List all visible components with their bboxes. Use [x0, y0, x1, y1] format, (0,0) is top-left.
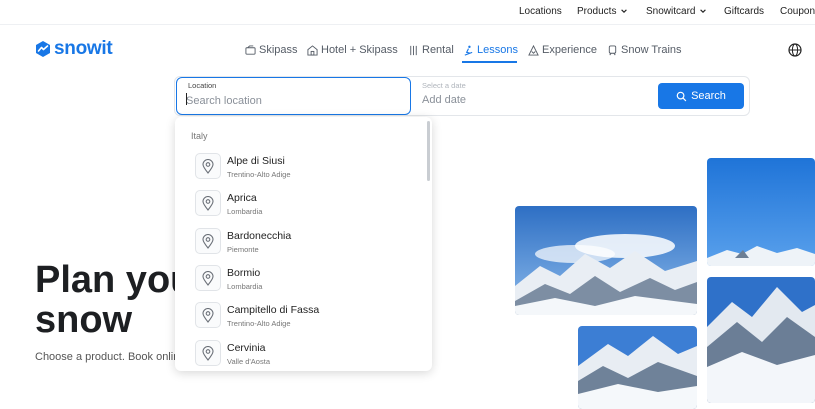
snowit-logo[interactable]: snowit — [34, 38, 113, 60]
mountain-photo — [707, 158, 815, 266]
map-pin-icon — [195, 190, 221, 216]
search-icon — [676, 91, 687, 101]
dropdown-scrollbar[interactable] — [427, 121, 430, 181]
nav-label: Rental — [422, 44, 454, 56]
location-name: Alpe di Siusi — [227, 155, 285, 167]
location-name: Bormio — [227, 267, 261, 279]
hero-subtitle: Choose a product. Book onlin — [35, 351, 180, 363]
location-name: Bardonecchia — [227, 230, 292, 242]
topbar-link-giftcards[interactable]: Giftcards — [724, 6, 764, 17]
topbar-link-label: Snowitcard — [646, 6, 696, 17]
date-field[interactable]: Select a date Add date — [414, 78, 650, 114]
nav-label: Experience — [542, 44, 598, 56]
hero-title-line: Plan you — [35, 259, 194, 301]
lessons-icon — [464, 45, 473, 56]
rental-icon — [410, 45, 417, 55]
map-pin-icon — [195, 340, 221, 366]
nav-lessons[interactable]: Lessons — [463, 42, 518, 58]
map-pin-icon — [195, 228, 221, 254]
nav-rental[interactable]: Rental — [408, 42, 454, 58]
nav-label: Lessons — [477, 44, 518, 56]
top-utility-bar: Locations Products Snowitcard Giftcards … — [0, 0, 815, 25]
list-item[interactable]: Cervinia Valle d'Aosta — [195, 340, 415, 370]
topbar-link-coupon[interactable]: Coupon — [780, 6, 815, 17]
hotel-icon — [307, 44, 318, 56]
topbar-link-products[interactable]: Products — [577, 6, 628, 17]
snowit-logo-icon — [36, 41, 50, 57]
text-caret — [186, 93, 187, 105]
nav-experience[interactable]: Experience — [528, 42, 597, 58]
nav-skipass[interactable]: Skipass — [245, 42, 298, 58]
location-region: Trentino-Alto Adige — [227, 319, 291, 328]
location-field[interactable]: Location — [176, 77, 411, 115]
nav-hotel-skipass[interactable]: Hotel + Skipass — [307, 42, 398, 58]
mountain-photo — [515, 206, 697, 315]
active-tab-indicator — [462, 61, 517, 63]
list-item[interactable]: Bormio Lombardia — [195, 265, 415, 295]
location-name: Campitello di Fassa — [227, 304, 320, 316]
list-item[interactable]: Alpe di Siusi Trentino-Alto Adige — [195, 153, 415, 183]
skipass-icon — [245, 44, 256, 55]
location-region: Lombardia — [227, 282, 263, 291]
mountain-photo — [578, 326, 697, 409]
experience-icon — [528, 44, 539, 56]
search-button[interactable]: Search — [658, 83, 744, 109]
chevron-down-icon — [621, 9, 628, 14]
mountain-photo — [707, 277, 815, 403]
dropdown-group-label: Italy — [191, 131, 208, 141]
train-icon — [608, 44, 617, 55]
brand-name: snowit — [54, 38, 113, 59]
location-label: Location — [188, 81, 217, 90]
location-dropdown: Italy Alpe di Siusi Trentino-Alto Adige … — [175, 117, 432, 371]
location-region: Trentino-Alto Adige — [227, 170, 291, 179]
globe-icon[interactable] — [788, 43, 802, 57]
nav-label: Hotel + Skipass — [321, 44, 398, 56]
topbar-link-snowitcard[interactable]: Snowitcard — [646, 6, 707, 17]
nav-snow-trains[interactable]: Snow Trains — [607, 42, 682, 58]
map-pin-icon — [195, 265, 221, 291]
location-name: Cervinia — [227, 342, 266, 354]
topbar-link-label: Products — [577, 6, 617, 17]
date-placeholder: Add date — [422, 94, 467, 106]
location-name: Aprica — [227, 192, 257, 204]
location-region: Lombardia — [227, 207, 263, 216]
hero-title: Plan you snow — [35, 260, 193, 340]
location-input[interactable] — [186, 93, 396, 109]
list-item[interactable]: Aprica Lombardia — [195, 190, 415, 220]
date-label: Select a date — [422, 81, 466, 90]
map-pin-icon — [195, 302, 221, 328]
location-region: Valle d'Aosta — [227, 357, 270, 366]
search-button-label: Search — [691, 90, 726, 102]
topbar-link-locations[interactable]: Locations — [519, 6, 562, 17]
hero-title-line: snow — [35, 299, 133, 341]
list-item[interactable]: Campitello di Fassa Trentino-Alto Adige — [195, 302, 415, 332]
nav-label: Skipass — [259, 44, 298, 56]
chevron-down-icon — [700, 9, 707, 14]
nav-label: Snow Trains — [621, 44, 682, 56]
map-pin-icon — [195, 153, 221, 179]
location-region: Piemonte — [227, 245, 259, 254]
list-item[interactable]: Bardonecchia Piemonte — [195, 228, 415, 258]
